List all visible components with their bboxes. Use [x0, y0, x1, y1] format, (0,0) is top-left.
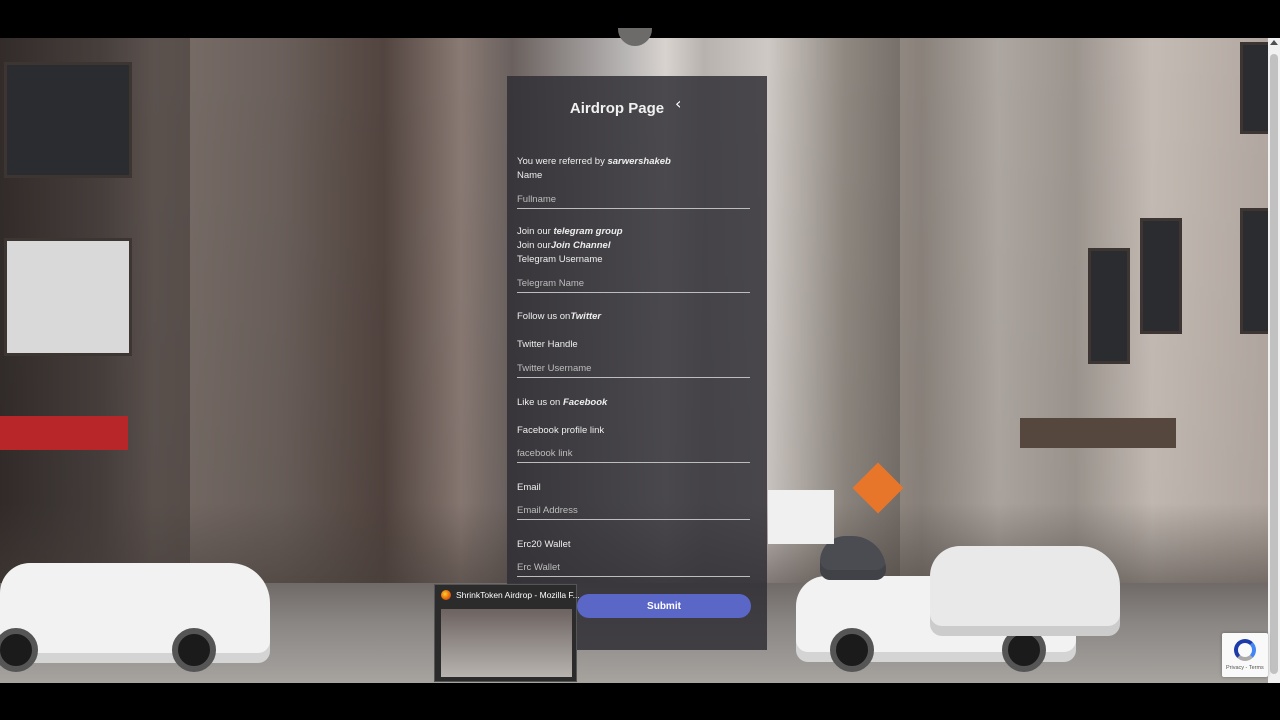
telegram-group-link[interactable]: telegram group	[553, 226, 622, 237]
referrer-name: sarwershakeb	[607, 156, 671, 167]
recaptcha-terms[interactable]: Privacy - Terms	[1226, 665, 1264, 671]
firefox-icon	[441, 590, 451, 600]
name-label: Name	[517, 170, 543, 181]
email-label: Email	[517, 482, 541, 493]
telegram-group-text: Join our telegram group	[517, 226, 623, 237]
page-title: Airdrop Page	[569, 100, 665, 117]
twitter-input[interactable]	[517, 359, 750, 378]
facebook-like-text: Like us on Facebook	[517, 397, 607, 408]
back-arrow-icon[interactable]: ‹	[675, 96, 691, 112]
join-group-prefix: Join our	[517, 226, 554, 237]
building-window	[4, 62, 132, 178]
wallet-label: Erc20 Wallet	[517, 539, 571, 550]
building-window	[1140, 218, 1182, 334]
email-input[interactable]	[517, 501, 750, 520]
twitter-link[interactable]: Twitter	[570, 311, 601, 322]
scroll-up-arrow-icon[interactable]	[1270, 40, 1278, 45]
preview-thumbnail	[441, 609, 572, 677]
building-window	[4, 238, 132, 356]
telegram-input[interactable]	[517, 274, 750, 293]
facebook-label: Facebook profile link	[517, 425, 605, 436]
airdrop-form-panel: Airdrop Page ‹ You were referred by sarw…	[507, 76, 767, 650]
telegram-channel-text: Join ourJoin Channel	[517, 240, 610, 251]
white-minivan	[930, 546, 1120, 636]
telegram-channel-link[interactable]: Join Channel	[551, 240, 611, 251]
twitter-label: Twitter Handle	[517, 339, 578, 350]
bus	[768, 490, 834, 544]
building-window	[1088, 248, 1130, 364]
storefront-sign	[1020, 418, 1176, 448]
car-wheel	[172, 628, 216, 672]
facebook-input[interactable]	[517, 444, 750, 463]
wallet-input[interactable]	[517, 558, 750, 577]
white-suv	[0, 563, 270, 663]
car-wheel	[830, 628, 874, 672]
scrollbar-thumb[interactable]	[1270, 54, 1278, 674]
page-scrollbar[interactable]	[1268, 38, 1280, 683]
submit-button[interactable]: Submit	[577, 594, 751, 618]
referral-prefix: You were referred by	[517, 156, 608, 167]
preview-title: ShrinkToken Airdrop - Mozilla F...	[456, 590, 580, 600]
facebook-like-prefix: Like us on	[517, 397, 563, 408]
taskbar-window-preview[interactable]: ShrinkToken Airdrop - Mozilla F...	[434, 584, 580, 682]
recaptcha-badge[interactable]: Privacy - Terms	[1222, 633, 1268, 677]
fullname-input[interactable]	[517, 190, 750, 209]
telegram-label: Telegram Username	[517, 254, 603, 265]
facebook-link[interactable]: Facebook	[563, 397, 607, 408]
join-channel-prefix: Join our	[517, 240, 551, 251]
storefront-sign	[0, 416, 128, 450]
twitter-follow-text: Follow us onTwitter	[517, 311, 601, 322]
twitter-follow-prefix: Follow us on	[517, 311, 571, 322]
recaptcha-icon	[1234, 639, 1256, 661]
referral-text: You were referred by sarwershakeb	[517, 156, 671, 167]
